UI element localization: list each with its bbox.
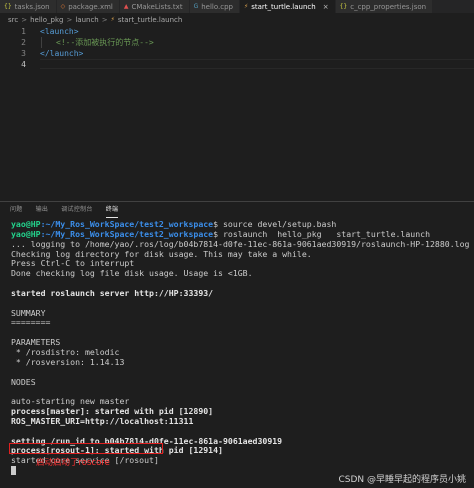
terminal-line: NODES (11, 376, 36, 387)
code-line-current[interactable]: 4 (0, 59, 474, 70)
highlight-box (9, 443, 163, 454)
terminal-cursor (11, 466, 16, 476)
launch-file-icon: ⚡ (244, 2, 249, 10)
tab-tasks-json[interactable]: {} tasks.json (0, 0, 57, 13)
close-icon[interactable]: × (323, 3, 329, 11)
terminal-line: Done checking log file disk usage. Usage… (11, 268, 253, 279)
line-number: 1 (21, 27, 26, 36)
cmake-file-icon: ▲ (123, 2, 129, 10)
code-comment: <!--添加被执行的节点--> (56, 38, 154, 47)
terminal-line: ======== (11, 317, 51, 328)
line-number: 4 (21, 60, 26, 69)
tab-label: hello.cpp (201, 2, 233, 11)
tab-label: tasks.json (14, 2, 50, 11)
terminal-line: SUMMARY (11, 307, 46, 318)
tab-start-turtle-launch[interactable]: ⚡ start_turtle.launch × (240, 0, 336, 13)
chevron-right-icon: > (101, 15, 108, 24)
prompt-user: yao@HP (11, 228, 41, 239)
tab-label: CMakeLists.txt (131, 2, 183, 11)
prompt-command: $ source devel/setup.bash (213, 219, 337, 229)
code-line[interactable]: 1 <launch> (0, 26, 474, 37)
cpp-file-icon: G (193, 2, 199, 10)
xml-file-icon: ◇ (60, 2, 66, 10)
prompt-path: :~/My_Ros_WorkSpace/test2_workspace (40, 228, 214, 239)
code-line[interactable]: 2 <!--添加被执行的节点--> (0, 37, 474, 48)
breadcrumb: src > hello_pkg > launch > ⚡ start_turtl… (0, 13, 474, 26)
prompt-user: yao@HP (11, 219, 41, 229)
terminal-line: started roslaunch server http://HP:33393… (11, 287, 214, 298)
json-file-icon: {} (4, 2, 12, 10)
line-number: 2 (21, 38, 26, 47)
tab-label: package.xml (68, 2, 113, 11)
panel-tab-bar: 问题 输出 调试控制台 终端 (0, 201, 474, 218)
tab-package-xml[interactable]: ◇ package.xml (56, 0, 120, 13)
launch-file-icon: ⚡ (110, 15, 115, 23)
code-text: </launch> (40, 49, 84, 58)
tab-terminal[interactable]: 终端 (105, 202, 119, 218)
terminal-output[interactable]: yao@HP:~/My_Ros_WorkSpace/test2_workspac… (11, 219, 471, 476)
annotation-text: 启动启动了roscore (36, 458, 110, 468)
tab-debug-console[interactable]: 调试控制台 (61, 202, 93, 218)
tab-label: c_cpp_properties.json (350, 2, 427, 11)
code-editor[interactable]: 1 <launch> 2 <!--添加被执行的节点--> 3 </launch>… (0, 26, 474, 201)
breadcrumb-item[interactable]: hello_pkg (30, 16, 63, 24)
tab-c-cpp-properties[interactable]: {} c_cpp_properties.json (335, 0, 434, 13)
breadcrumb-item[interactable]: src (8, 16, 18, 24)
watermark: CSDN @早睡早起的程序员小姚 (338, 475, 466, 485)
tab-output[interactable]: 输出 (36, 202, 49, 218)
tab-cmakelists[interactable]: ▲ CMakeLists.txt (119, 0, 190, 13)
chevron-right-icon: > (66, 15, 73, 24)
terminal-log: ... logging to /home/yao/.ros/log/b04b78… (11, 239, 471, 466)
tab-problems[interactable]: 问题 (10, 202, 23, 218)
prompt-path: :~/My_Ros_WorkSpace/test2_workspace (40, 219, 214, 229)
breadcrumb-item[interactable]: start_turtle.launch (118, 16, 182, 24)
line-number: 3 (21, 49, 26, 58)
code-line[interactable]: 3 </launch> (0, 48, 474, 59)
tab-label: start_turtle.launch (251, 2, 316, 11)
terminal-line: ROS_MASTER_URI=http://localhost:11311 (11, 415, 194, 426)
chevron-right-icon: > (21, 15, 28, 24)
json-file-icon: {} (339, 2, 348, 10)
editor-tab-bar: {} tasks.json ◇ package.xml ▲ CMakeLists… (0, 0, 474, 13)
terminal-line: * /rosversion: 1.14.13 (11, 356, 125, 367)
code-text: <launch> (40, 27, 79, 36)
breadcrumb-item[interactable]: launch (75, 16, 98, 24)
tab-hello-cpp[interactable]: G hello.cpp (189, 0, 240, 13)
prompt-command: $ roslaunch hello_pkg start_turtle.launc… (213, 228, 430, 239)
